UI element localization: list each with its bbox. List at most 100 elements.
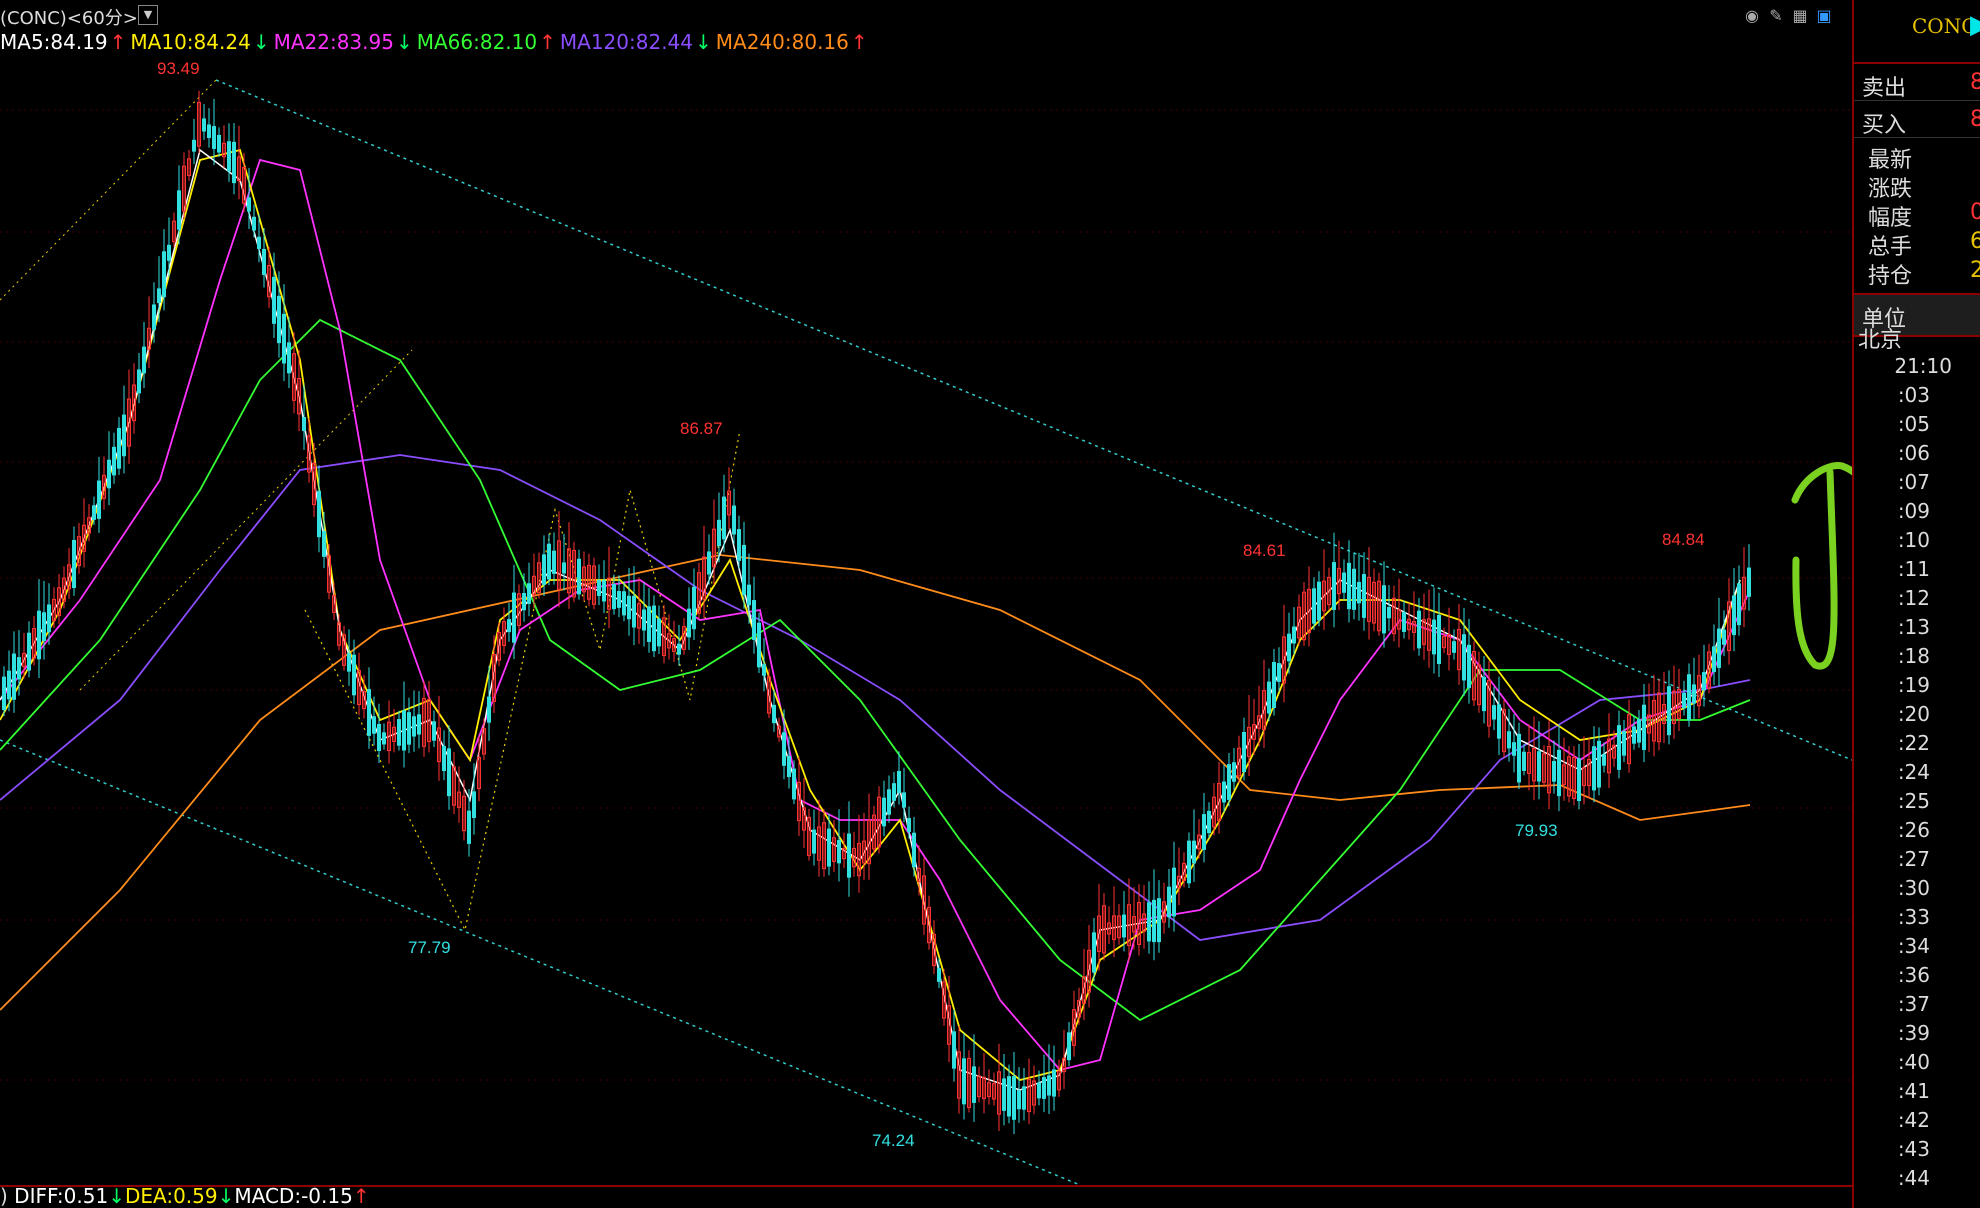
tick-time[interactable]: :18 [1854,642,1980,671]
tick-time[interactable]: :09 [1854,497,1980,526]
candle-body [202,118,206,132]
upper-channel-line [215,79,1852,761]
candle-body [1002,1078,1006,1111]
candle-body [612,584,616,610]
ma-legend-value: MA5:84.19 [0,30,108,54]
candle-body [1537,751,1541,782]
candle-body [1557,749,1561,797]
candle-body [1687,674,1691,721]
tick-time[interactable]: :24 [1854,758,1980,787]
candle-body [152,304,156,330]
candle-body [1732,595,1736,636]
candle-body [1152,899,1156,943]
tick-time[interactable]: :34 [1854,932,1980,961]
candle-body [252,216,256,231]
high-price-label: 84.61 [1243,541,1286,560]
candle-body [352,654,356,696]
tick-time[interactable]: :25 [1854,787,1980,816]
tick-time[interactable]: 21:10 [1854,352,1980,381]
candle-body [522,592,526,611]
candle-body [1402,612,1406,632]
candle-body [1637,719,1641,743]
candle-body [882,797,886,827]
tick-time[interactable]: :36 [1854,961,1980,990]
candle-body [677,643,681,655]
candle-body [1352,568,1356,610]
tick-time[interactable]: :43 [1854,1135,1980,1164]
candle-body [7,670,11,700]
candle-body [382,732,386,745]
quote-info-row: 持仓 26 [1854,256,1980,289]
tick-time[interactable]: :44 [1854,1164,1980,1193]
tick-time[interactable]: :37 [1854,990,1980,1019]
candle-body [1737,583,1741,626]
tick-time[interactable]: :39 [1854,1019,1980,1048]
ma5-line [0,148,1741,1091]
sell-value: 8 [1970,70,1980,95]
expand-panel-icon[interactable]: ▶ [1970,10,1980,40]
candle-body [417,714,421,735]
tick-time[interactable]: :41 [1854,1077,1980,1106]
chart-title: (CONC)<60分> [0,8,138,29]
tick-time[interactable]: :05 [1854,410,1980,439]
pencil-icon[interactable]: ✎ [1766,6,1786,26]
candle-body [1577,758,1581,802]
candle-body [1692,684,1696,704]
tick-time[interactable]: :27 [1854,845,1980,874]
trend-line [79,349,413,691]
candle-body [1312,588,1316,624]
candle-body [507,619,511,633]
tick-time[interactable]: :19 [1854,671,1980,700]
chart-canvas[interactable]: 93.49 86.87 84.61 84.84 77.79 74.24 79.93 [0,0,1852,1208]
ma-legend-value: MA66:82.10 [416,30,538,54]
candle-body [1717,628,1721,668]
candle-body [47,604,51,633]
window-icon[interactable]: ▣ [1814,6,1834,26]
candle-body [1017,1090,1021,1110]
candle-body [317,490,321,538]
grid-layout-icon[interactable]: ▦ [1790,6,1810,26]
candle-body [1147,902,1151,942]
ma-trend-arrow: ↓ [695,30,712,54]
tick-time[interactable]: :20 [1854,700,1980,729]
candle-body [1437,614,1441,665]
tick-time[interactable]: :07 [1854,468,1980,497]
candle-body [402,710,406,751]
candle-body [1517,733,1521,783]
tick-time[interactable]: :06 [1854,439,1980,468]
tick-time[interactable]: :11 [1854,555,1980,584]
tick-time[interactable]: :26 [1854,816,1980,845]
tick-time[interactable]: :13 [1854,613,1980,642]
tick-time[interactable]: :03 [1854,381,1980,410]
candlestick-chart[interactable]: 93.49 86.87 84.61 84.84 77.79 74.24 79.93 (CON… [0,0,1852,1208]
candle-body [1167,886,1171,918]
candle-body [142,346,146,374]
candle-body [432,721,436,741]
eye-hide-icon[interactable]: ◉ [1742,6,1762,26]
tick-time-list[interactable]: 21:10:03:05:06:07:09:10:11:12:13:18:19:2… [1854,352,1980,1193]
candle-body [217,134,221,153]
ma-trend-arrow: ↓ [395,30,413,54]
candle-body [1347,562,1351,610]
candle-body [617,590,621,608]
tick-time[interactable]: :33 [1854,903,1980,932]
candle-body [972,1066,976,1103]
candle-body [847,833,851,878]
candle-body [72,539,76,589]
candle-body [107,459,111,489]
candle-body [952,1031,956,1069]
candle-body [722,496,726,540]
candle-body [597,580,601,596]
tick-time[interactable]: :22 [1854,729,1980,758]
candle-body [552,550,556,574]
tick-time[interactable]: :12 [1854,584,1980,613]
candle-body [177,190,181,230]
tick-time[interactable]: :42 [1854,1106,1980,1135]
period-dropdown-icon[interactable]: ▼ [138,5,158,25]
candle-body [162,251,166,298]
tick-time[interactable]: :10 [1854,526,1980,555]
macd-legend-value: MACD:-0.15 [234,1184,353,1208]
tick-time[interactable]: :30 [1854,874,1980,903]
candle-body [1592,746,1596,791]
tick-time[interactable]: :40 [1854,1048,1980,1077]
